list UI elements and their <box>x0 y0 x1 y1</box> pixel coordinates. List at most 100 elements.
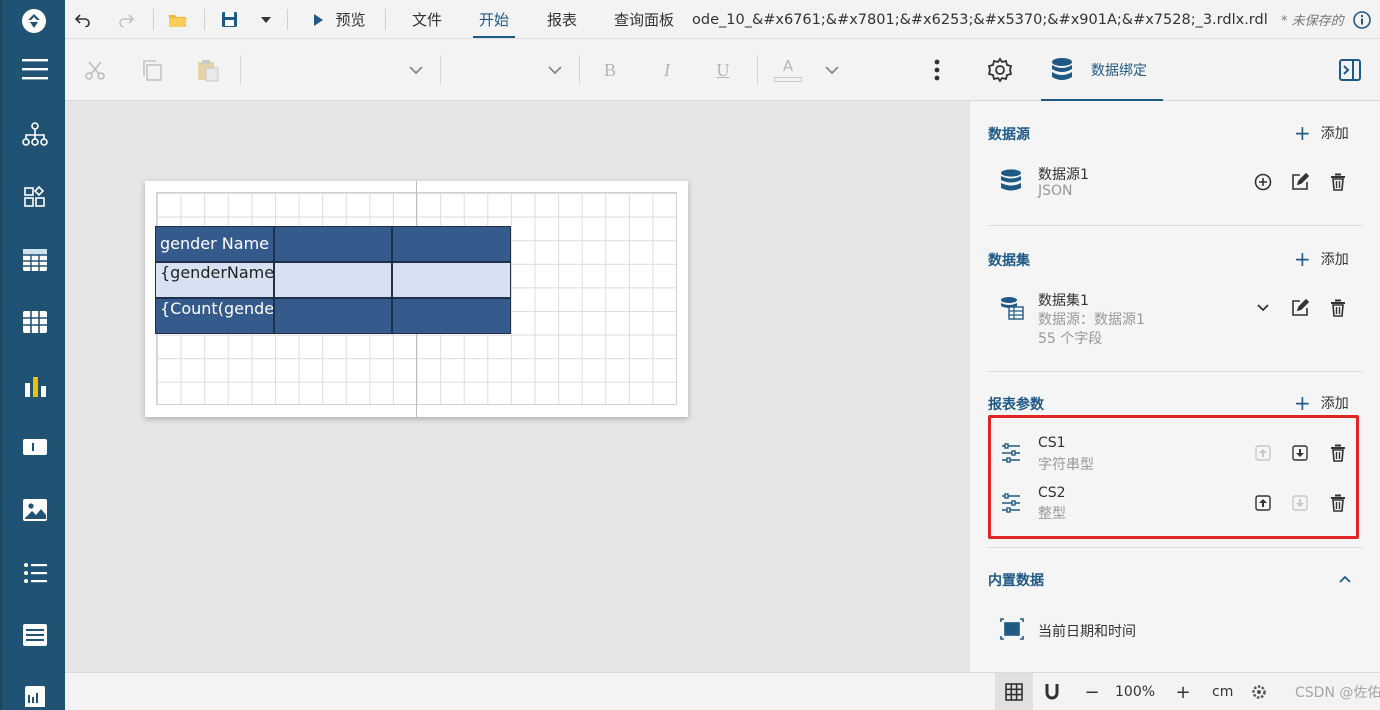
data-binding-label: 数据绑定 <box>1091 63 1147 79</box>
plus-icon: + <box>1294 247 1311 271</box>
builtin-item[interactable]: 当前日期和时间 <box>1038 621 1136 641</box>
table-icon[interactable] <box>2 238 67 282</box>
undo-icon[interactable] <box>69 0 97 39</box>
dataset-name[interactable]: 数据集1 <box>1038 290 1089 310</box>
copy-icon[interactable] <box>138 39 166 101</box>
delete-datasource-icon[interactable] <box>1328 172 1348 192</box>
tablix-icon[interactable] <box>2 613 67 657</box>
add-param-button[interactable]: + 添加 <box>1294 393 1349 413</box>
table-cell[interactable] <box>274 298 392 334</box>
grid-toggle-icon[interactable] <box>995 673 1033 710</box>
cut-icon[interactable] <box>81 39 109 101</box>
redo-icon[interactable] <box>112 0 140 39</box>
report-page[interactable]: gender Name {genderName} {Count(genderNa… <box>145 181 688 417</box>
table-cell[interactable] <box>392 262 511 298</box>
move-up-icon <box>1253 443 1273 463</box>
zoom-out-icon[interactable]: − <box>1082 673 1102 710</box>
unit-selector[interactable]: cm <box>1212 673 1233 710</box>
bold-button[interactable]: B <box>598 39 622 101</box>
table-detail-cell[interactable]: {genderName} <box>155 262 274 298</box>
preview-button[interactable]: 预览 <box>305 0 375 39</box>
table-header-cell[interactable]: gender Name <box>155 226 274 262</box>
add-label: 添加 <box>1320 252 1349 268</box>
datasource-name[interactable]: 数据源1 <box>1038 164 1089 184</box>
parameter-sliders-icon <box>1000 492 1022 518</box>
document-filename: ode_10_&#x6761;&#x7801;&#x6253;&#x5370;&… <box>692 11 1267 28</box>
param-name[interactable]: CS2 <box>1038 485 1066 501</box>
report-table[interactable]: gender Name {genderName} {Count(genderNa… <box>155 226 511 334</box>
table-cell[interactable] <box>274 226 392 262</box>
design-canvas[interactable]: gender Name {genderName} {Count(genderNa… <box>65 101 969 672</box>
properties-gear-icon[interactable] <box>983 39 1017 101</box>
collapse-builtin-chevron-icon[interactable] <box>1335 569 1355 589</box>
table-detail-row[interactable]: {genderName} <box>155 262 511 298</box>
builtin-section-title: 内置数据 <box>988 573 1044 589</box>
plus-icon: + <box>1294 391 1311 415</box>
move-down-icon <box>1290 493 1310 513</box>
dataset-source: 数据源：数据源1 <box>1038 312 1145 328</box>
edit-dataset-icon[interactable] <box>1290 298 1310 318</box>
menu-query-panel[interactable]: 查询面板 <box>614 0 674 39</box>
menu-bar: 预览 文件 开始 报表 查询面板 ode_10_&#x6761;&#x7801;… <box>65 0 1380 39</box>
font-color-button[interactable]: A <box>771 39 805 101</box>
datetime-field-icon <box>1000 618 1024 644</box>
delete-dataset-icon[interactable] <box>1328 298 1348 318</box>
list-icon[interactable] <box>2 551 67 595</box>
zoom-level: 100% <box>1115 684 1156 700</box>
save-options-chevron-icon[interactable] <box>254 0 278 39</box>
move-down-icon[interactable] <box>1290 443 1310 463</box>
more-options-icon[interactable] <box>925 39 949 101</box>
app-logo <box>22 9 46 33</box>
info-icon[interactable] <box>1351 0 1373 39</box>
hamburger-menu-icon[interactable] <box>2 47 67 91</box>
report-explorer-icon[interactable] <box>2 112 67 156</box>
data-binding-panel: 数据源 + 添加 数据源1 JSON 数据集 + 添加 数据集1 数据源：数据源… <box>969 101 1380 672</box>
expand-dataset-chevron-icon[interactable] <box>1253 298 1273 318</box>
snap-magnet-icon[interactable] <box>1040 673 1064 710</box>
menu-home[interactable]: 开始 <box>472 0 516 39</box>
italic-button[interactable]: I <box>655 39 679 101</box>
open-folder-icon[interactable] <box>163 0 193 39</box>
preview-label: 预览 <box>335 11 366 29</box>
move-up-icon[interactable] <box>1253 493 1273 513</box>
font-color-dropdown-chevron-icon[interactable] <box>819 39 845 101</box>
menu-report[interactable]: 报表 <box>547 0 577 39</box>
settings-gear-icon[interactable] <box>1249 673 1269 710</box>
database-icon <box>1052 58 1072 80</box>
add-datasource-button[interactable]: + 添加 <box>1294 123 1349 143</box>
textbox-icon[interactable] <box>2 425 67 469</box>
add-dataset-circle-icon[interactable] <box>1253 172 1273 192</box>
paste-icon[interactable] <box>193 39 223 101</box>
matrix-icon[interactable] <box>2 300 67 344</box>
subreport-icon[interactable] <box>2 673 67 710</box>
table-header-row[interactable]: gender Name <box>155 226 511 262</box>
report-params-section-title: 报表参数 <box>988 397 1044 413</box>
delete-param-icon[interactable] <box>1328 493 1348 513</box>
tab-data-binding[interactable]: 数据绑定 <box>1041 39 1163 101</box>
chart-icon[interactable] <box>2 364 67 408</box>
datasource-section-title: 数据源 <box>988 127 1030 143</box>
zoom-in-icon[interactable]: + <box>1173 673 1193 710</box>
add-dataset-button[interactable]: + 添加 <box>1294 249 1349 269</box>
table-cell[interactable] <box>392 298 511 334</box>
datasource-type: JSON <box>1038 183 1073 199</box>
delete-param-icon[interactable] <box>1328 443 1348 463</box>
edit-datasource-icon[interactable] <box>1290 172 1310 192</box>
layers-icon[interactable] <box>2 175 67 219</box>
dataset-table-icon <box>1000 296 1024 324</box>
save-icon[interactable] <box>215 0 243 39</box>
font-size-dropdown-chevron-icon[interactable] <box>542 39 568 101</box>
table-footer-cell[interactable]: {Count(genderName)} <box>155 298 274 334</box>
underline-button[interactable]: U <box>711 39 735 101</box>
collapse-panel-icon[interactable] <box>1335 39 1365 101</box>
image-icon[interactable] <box>2 488 67 532</box>
table-footer-row[interactable]: {Count(genderName)} <box>155 298 511 334</box>
table-cell[interactable] <box>274 262 392 298</box>
dataset-section-title: 数据集 <box>988 253 1030 269</box>
param-name[interactable]: CS1 <box>1038 435 1066 451</box>
plus-icon: + <box>1294 121 1311 145</box>
menu-file[interactable]: 文件 <box>412 0 442 39</box>
database-icon <box>1000 169 1022 197</box>
font-family-dropdown-chevron-icon[interactable] <box>403 39 429 101</box>
table-cell[interactable] <box>392 226 511 262</box>
